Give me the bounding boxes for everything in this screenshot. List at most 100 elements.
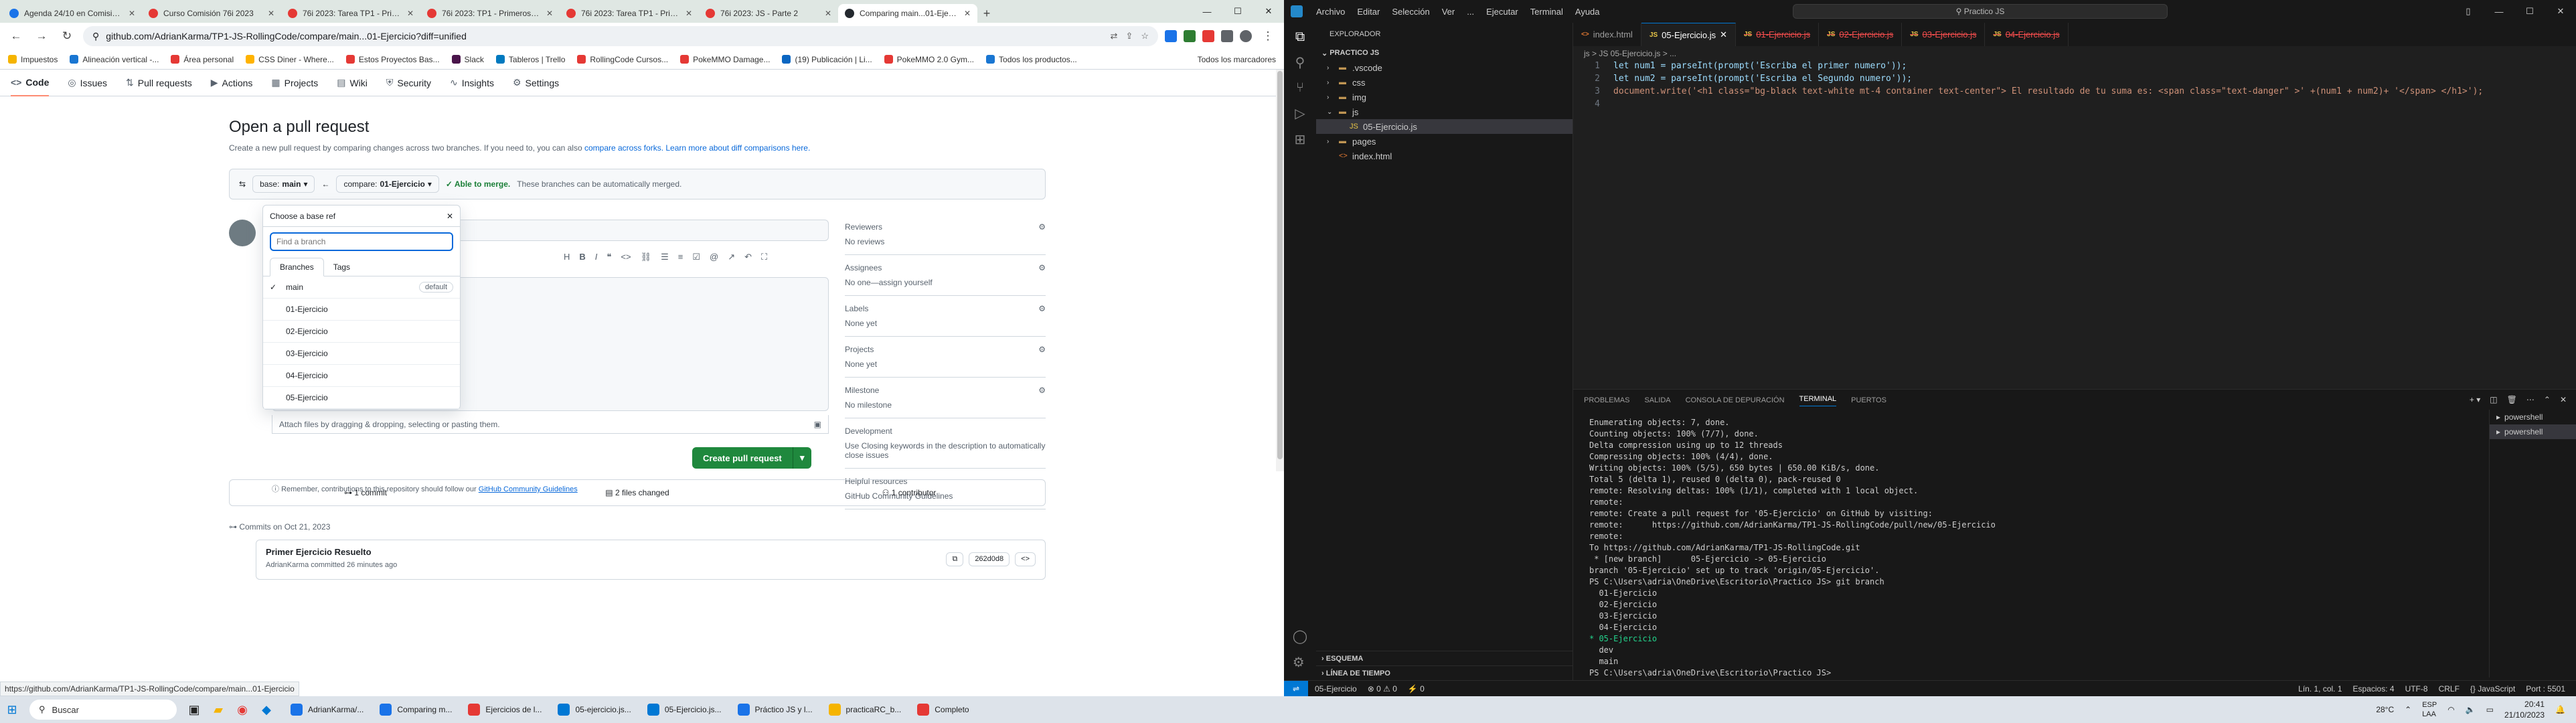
bookmark-item[interactable]: Área personal <box>171 55 234 64</box>
bookmark-item[interactable]: CSS Diner - Where... <box>246 55 334 64</box>
repo-tab-insights[interactable]: ∿ Insights <box>450 70 494 96</box>
panel-tab[interactable]: CONSOLA DE DEPURACIÓN <box>1686 396 1785 404</box>
taskbar-app[interactable]: 05-ejercicio.js... <box>551 698 637 722</box>
taskbar-search[interactable]: ⚲ Buscar <box>29 700 177 720</box>
panel-tab[interactable]: TERMINAL <box>1799 395 1837 406</box>
repo-tab-projects[interactable]: ▦ Projects <box>271 70 318 96</box>
browser-tab[interactable]: Curso Comisión 76i 2023 ✕ <box>142 4 281 23</box>
gear-icon[interactable]: ⚙ <box>1038 263 1046 272</box>
sidebar-heading[interactable]: Assignees <box>845 263 1046 272</box>
project-root[interactable]: ⌄ PRACTICO JS <box>1316 46 1573 60</box>
forward-button[interactable]: → <box>32 27 51 46</box>
wifi-icon[interactable]: ◠ <box>2447 705 2454 714</box>
terminal-output[interactable]: Enumerating objects: 7, done. Counting ob… <box>1589 418 2460 679</box>
menu-item[interactable]: Selección <box>1392 7 1429 17</box>
task-view-icon[interactable]: ▣ <box>182 698 206 722</box>
file-explorer-icon[interactable]: ▰ <box>206 698 230 722</box>
status-item[interactable]: UTF-8 <box>2405 684 2428 694</box>
explorer-icon[interactable]: ⧉ <box>1295 29 1305 45</box>
windows-start-icon[interactable]: ⊞ <box>0 698 24 722</box>
link-icon[interactable]: ⛓ <box>641 252 652 262</box>
browse-code-icon[interactable]: <> <box>1015 552 1036 566</box>
terminal-instance[interactable]: ▸ powershell <box>2490 424 2576 439</box>
sidebar-heading[interactable]: Projects <box>845 345 1046 354</box>
heading-icon[interactable]: H <box>564 252 570 262</box>
close-panel-icon[interactable]: ✕ <box>2560 395 2567 404</box>
bookmark-item[interactable]: Tableros | Trello <box>495 55 565 64</box>
more-icon[interactable]: ⋯ <box>2526 395 2534 404</box>
repo-tab-settings[interactable]: ⚙ Settings <box>513 70 559 96</box>
undo-icon[interactable]: ↶ <box>744 252 752 262</box>
learn-more-link[interactable]: Learn more about diff comparisons here. <box>665 143 810 153</box>
profile-avatar[interactable] <box>1240 30 1252 42</box>
repo-tab-security[interactable]: ⛨ Security <box>386 70 431 96</box>
branch-option[interactable]: ✓ main default <box>263 276 460 299</box>
tab-close-icon[interactable]: ✕ <box>964 9 971 18</box>
create-pull-request-button[interactable]: Create pull request <box>692 447 793 469</box>
menu-item[interactable]: Ayuda <box>1575 7 1600 17</box>
address-bar[interactable]: ⚲ github.com/AdrianKarma/TP1-JS-RollingC… <box>83 26 1158 46</box>
repo-tab-pull-requests[interactable]: ⇅ Pull requests <box>126 70 192 96</box>
tree-item[interactable]: ⌄ ▬ js <box>1316 104 1573 119</box>
bookmark-item[interactable]: Slack <box>451 55 484 64</box>
close-window-button[interactable]: ✕ <box>1253 0 1284 23</box>
reference-icon[interactable]: ↗ <box>728 252 735 262</box>
base-branch-button[interactable]: base: main ▾ <box>252 175 315 193</box>
editor-tab[interactable]: <> index.html <box>1573 23 1641 46</box>
bookmark-item[interactable]: (19) Publicación | Li... <box>782 55 872 64</box>
bullet-list-icon[interactable]: ☰ <box>661 252 669 262</box>
new-tab-button[interactable]: + <box>977 4 996 23</box>
tree-item[interactable]: › ▬ pages <box>1316 134 1573 149</box>
terminal-instance[interactable]: ▸ powershell <box>2490 410 2576 424</box>
menu-item[interactable]: Editar <box>1357 7 1380 17</box>
source-control-icon[interactable]: ⑂ <box>1296 80 1304 96</box>
commit-sha[interactable]: 262d0d8 <box>969 552 1010 566</box>
back-button[interactable]: ← <box>7 27 25 46</box>
tab-close-icon[interactable]: ✕ <box>268 9 274 18</box>
maximize-button[interactable]: ☐ <box>1222 0 1253 23</box>
kill-terminal-icon[interactable]: 🗑 <box>2507 395 2517 404</box>
numbered-list-icon[interactable]: ≡ <box>678 252 683 262</box>
branch-option[interactable]: 01-Ejercicio <box>263 299 460 321</box>
repo-tab-issues[interactable]: ◎ Issues <box>68 70 107 96</box>
taskbar-app[interactable]: Práctico JS y l... <box>731 698 819 722</box>
italic-icon[interactable]: I <box>595 252 598 262</box>
code-icon[interactable]: <> <box>621 252 631 262</box>
outline-section[interactable]: › ESQUEMA <box>1316 651 1573 665</box>
editor-tab[interactable]: JS 02-Ejercicio.js <box>1819 23 1903 46</box>
task-list-icon[interactable]: ☑ <box>692 252 700 262</box>
command-center[interactable]: ⚲ Practico JS <box>1793 4 2168 19</box>
timeline-section[interactable]: › LÍNEA DE TIEMPO <box>1316 665 1573 680</box>
copy-sha-icon[interactable]: ⧉ <box>946 552 964 566</box>
taskbar-app[interactable]: practicaRC_b... <box>822 698 908 722</box>
volume-icon[interactable]: 🔈 <box>2466 705 2476 714</box>
remote-icon[interactable]: ⇌ <box>1284 680 1308 696</box>
status-item[interactable]: CRLF <box>2439 684 2460 694</box>
bookmark-item[interactable]: Alineación vertical -... <box>70 55 159 64</box>
contributors-stat[interactable]: ⚇ 1 contributor <box>773 488 1045 497</box>
compare-branch-button[interactable]: compare: 01-Ejercicio ▾ <box>336 175 439 193</box>
run-debug-icon[interactable]: ▷ <box>1295 105 1305 122</box>
notifications-icon[interactable]: 🔔 <box>2555 705 2565 714</box>
status-item[interactable]: 05-Ejercicio <box>1315 684 1357 694</box>
repo-tab-wiki[interactable]: ▤ Wiki <box>337 70 368 96</box>
gear-icon[interactable]: ⚙ <box>1038 222 1046 232</box>
sidebar-heading[interactable]: Reviewers <box>845 222 1046 232</box>
status-item[interactable]: Port : 5501 <box>2526 684 2565 694</box>
create-pr-options-caret-icon[interactable]: ▾ <box>792 447 811 469</box>
bookmark-item[interactable]: Todos los productos... <box>986 55 1077 64</box>
tab-tags[interactable]: Tags <box>324 258 359 276</box>
taskbar-app[interactable]: AdrianKarma/... <box>284 698 370 722</box>
files-stat[interactable]: ▤ 2 files changed <box>501 488 773 497</box>
new-terminal-icon[interactable]: + ▾ <box>2470 395 2480 404</box>
repo-tab-code[interactable]: <> Code <box>11 70 50 96</box>
status-item[interactable]: Lín. 1, col. 1 <box>2298 684 2342 694</box>
browser-tab[interactable]: Comparing main...01-Ejercicio ✕ <box>838 4 977 23</box>
browser-menu-icon[interactable]: ⋮ <box>1259 27 1277 46</box>
gear-icon[interactable]: ⚙ <box>1038 386 1046 395</box>
browser-tab[interactable]: 76i 2023: Tarea TP1 - Primeros ej ✕ <box>281 4 420 23</box>
browser-tab[interactable]: 76i 2023: Tarea TP1 - Primeros ✕ <box>560 4 699 23</box>
editor-tab[interactable]: JS 01-Ejercicio.js <box>1736 23 1820 46</box>
close-window-button[interactable]: ✕ <box>2545 0 2576 23</box>
browser-tab[interactable]: Agenda 24/10 en Comisión 76i ✕ <box>3 4 142 23</box>
